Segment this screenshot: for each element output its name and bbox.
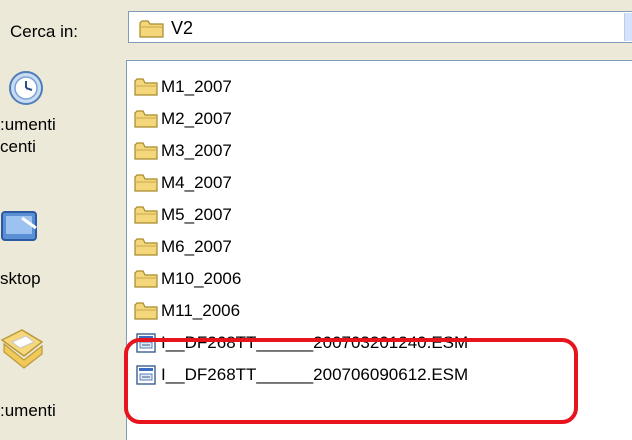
list-item-name: M11_2006 (161, 301, 241, 320)
list-item[interactable]: M1_2007 (133, 73, 232, 101)
list-item-name: M5_2007 (161, 205, 232, 224)
list-item[interactable]: M2_2007 (133, 105, 232, 133)
folder-icon (134, 206, 158, 224)
desktop-icon (1, 211, 37, 241)
list-item-name: M6_2007 (161, 237, 232, 256)
folder-icon (134, 110, 158, 128)
look-in-combobox[interactable]: V2 ▼ (128, 11, 632, 43)
list-item[interactable]: M3_2007 (133, 137, 232, 165)
esm-file-icon (136, 365, 156, 385)
list-item[interactable]: M10_2006 (133, 265, 241, 293)
list-item[interactable]: M6_2007 (133, 233, 232, 261)
list-item-name: I__DF268TT______200703201240.ESM (161, 333, 469, 352)
my-documents-icon (0, 329, 44, 369)
folder-icon (134, 270, 158, 288)
list-item-name: M4_2007 (161, 173, 232, 192)
look-in-label: Cerca in: (10, 22, 79, 41)
list-item-name: M3_2007 (161, 141, 232, 160)
folder-icon (139, 20, 164, 38)
recent-documents-icon (9, 71, 43, 105)
list-item[interactable]: M4_2007 (133, 169, 232, 197)
list-item[interactable]: I__DF268TT______200706090612.ESM (133, 361, 468, 389)
esm-file-icon (136, 333, 156, 353)
places-bar: :umenti centi sktop :umenti (0, 56, 120, 434)
place-recent-documents-label: :umenti centi (0, 115, 56, 156)
list-item[interactable]: M11_2006 (133, 297, 240, 325)
folder-icon (134, 238, 158, 256)
file-list[interactable]: M1_2007 M2_2007 M3_2007 M4_2007 M5_2007 … (126, 60, 632, 440)
folder-icon (134, 142, 158, 160)
dropdown-button[interactable]: ▼ (624, 13, 632, 41)
list-item-name: I__DF268TT______200706090612.ESM (161, 365, 469, 384)
folder-icon (134, 78, 158, 96)
list-item[interactable]: M5_2007 (133, 201, 232, 229)
folder-icon (134, 302, 158, 320)
list-item-name: M2_2007 (161, 109, 232, 128)
place-desktop-label: sktop (0, 269, 41, 288)
list-item-name: M10_2006 (161, 269, 242, 288)
folder-icon (134, 174, 158, 192)
place-my-documents-label: :umenti (0, 401, 56, 420)
list-item-name: M1_2007 (161, 77, 232, 96)
list-item[interactable]: I__DF268TT______200703201240.ESM (133, 329, 468, 357)
current-folder-value: V2 (171, 18, 194, 38)
